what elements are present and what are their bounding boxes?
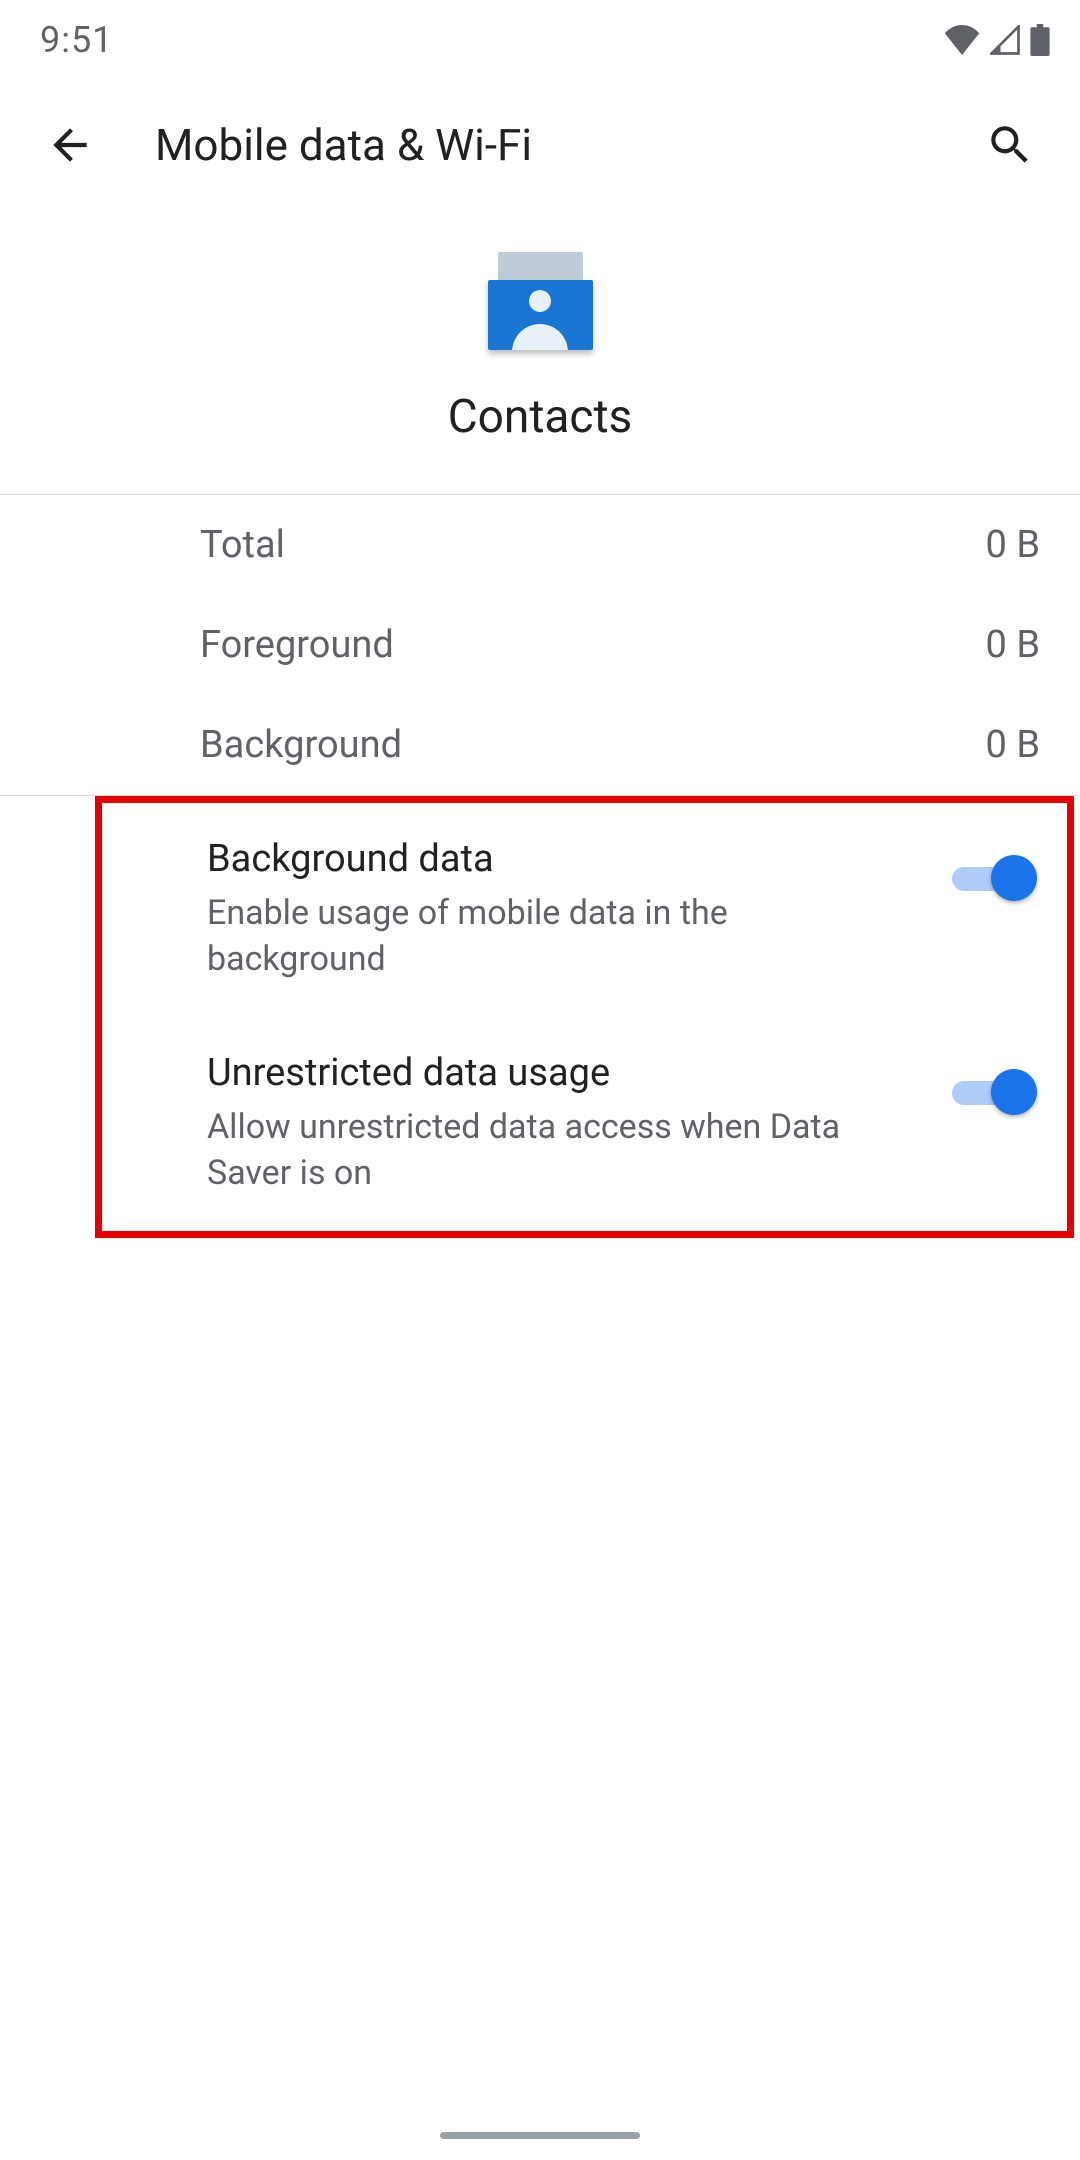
background-data-setting[interactable]: Background data Enable usage of mobile d…: [102, 803, 1067, 1017]
app-bar: Mobile data & Wi-Fi: [0, 80, 1080, 210]
nav-handle: [440, 2132, 640, 2139]
highlight-annotation: Background data Enable usage of mobile d…: [95, 796, 1074, 1238]
usage-background-value: 0 B: [986, 723, 1040, 767]
app-name: Contacts: [448, 390, 633, 444]
search-icon: [985, 120, 1035, 170]
gesture-nav-bar[interactable]: [0, 2110, 1080, 2160]
usage-foreground-row[interactable]: Foreground 0 B: [0, 595, 1080, 695]
usage-total-row[interactable]: Total 0 B: [0, 495, 1080, 595]
unrestricted-data-title: Unrestricted data usage: [207, 1051, 907, 1095]
usage-foreground-value: 0 B: [986, 623, 1040, 667]
contacts-app-icon: [488, 250, 593, 355]
usage-background-row[interactable]: Background 0 B: [0, 695, 1080, 795]
arrow-left-icon: [45, 120, 95, 170]
status-bar: 9:51: [0, 0, 1080, 80]
status-icons: [944, 24, 1050, 56]
unrestricted-data-subtitle: Allow unrestricted data access when Data…: [207, 1105, 907, 1197]
usage-foreground-label: Foreground: [200, 623, 986, 667]
wifi-icon: [944, 25, 980, 55]
status-time: 9:51: [40, 19, 113, 61]
back-button[interactable]: [40, 115, 100, 175]
unrestricted-data-switch[interactable]: [947, 1061, 1037, 1121]
search-button[interactable]: [980, 115, 1040, 175]
unrestricted-data-setting[interactable]: Unrestricted data usage Allow unrestrict…: [102, 1017, 1067, 1231]
background-data-subtitle: Enable usage of mobile data in the backg…: [207, 891, 907, 983]
usage-background-label: Background: [200, 723, 986, 767]
usage-total-label: Total: [200, 523, 986, 567]
usage-total-value: 0 B: [986, 523, 1040, 567]
app-hero: Contacts: [0, 210, 1080, 494]
background-data-title: Background data: [207, 837, 907, 881]
battery-icon: [1030, 24, 1050, 56]
cellular-icon: [990, 25, 1020, 55]
page-title: Mobile data & Wi-Fi: [155, 119, 980, 171]
background-data-switch[interactable]: [947, 847, 1037, 907]
